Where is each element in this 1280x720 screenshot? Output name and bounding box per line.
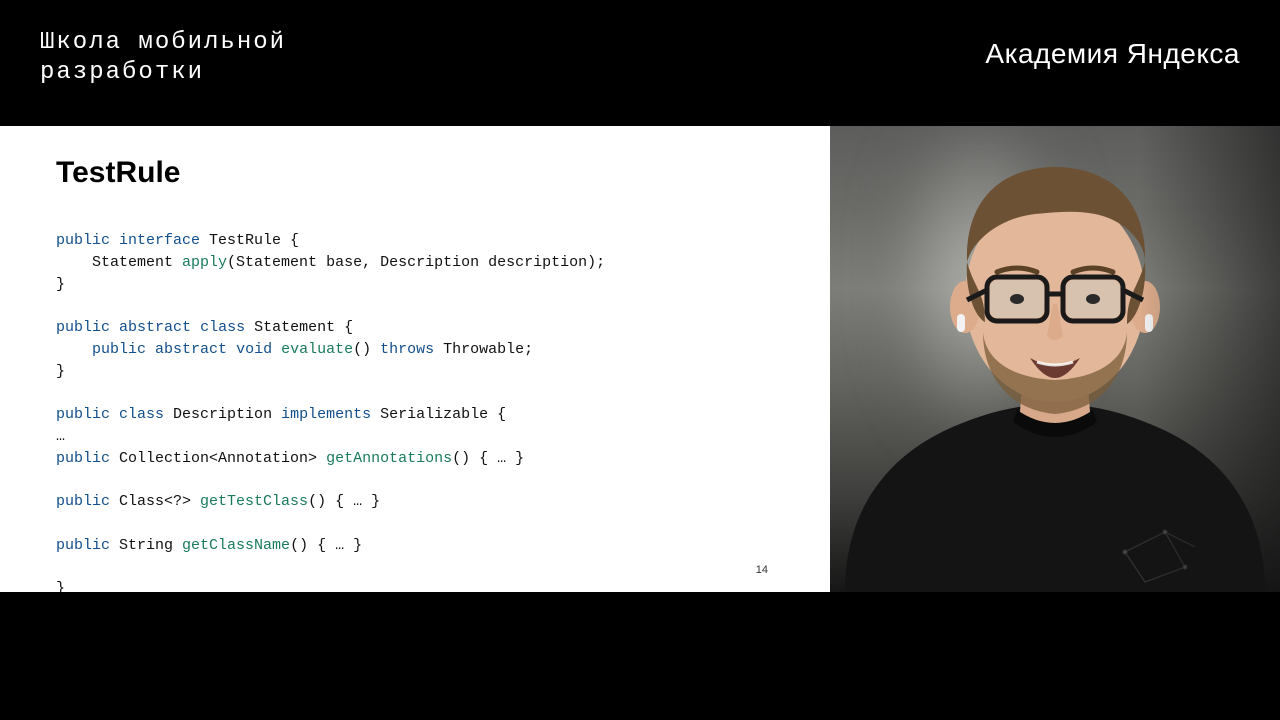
footer-bar xyxy=(0,592,1280,720)
academy-name: Академия Яндекса xyxy=(985,38,1240,70)
content-row: TestRule public interface TestRule { Sta… xyxy=(0,126,1280,592)
page-number: 14 xyxy=(756,564,768,576)
presenter-figure xyxy=(830,126,1280,592)
slide: TestRule public interface TestRule { Sta… xyxy=(0,126,830,592)
code-block: public interface TestRule { Statement ap… xyxy=(56,230,774,600)
presenter-webcam xyxy=(830,126,1280,592)
program-name: Школа мобильной разработки xyxy=(40,28,286,88)
slide-title: TestRule xyxy=(56,156,774,190)
header-bar: Школа мобильной разработки Академия Янде… xyxy=(0,0,1280,126)
